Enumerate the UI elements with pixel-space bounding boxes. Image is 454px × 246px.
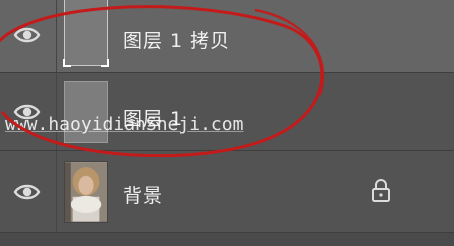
layer-thumbnail[interactable] <box>63 0 109 67</box>
eye-icon[interactable] <box>13 182 41 202</box>
selection-corner <box>101 59 109 67</box>
lock-icon[interactable] <box>370 178 392 202</box>
layer-name[interactable]: 背景 <box>123 181 163 208</box>
selection-corner <box>63 59 71 67</box>
layer-row-background[interactable]: 背景 <box>0 151 454 233</box>
panel-bottom-area <box>0 233 454 246</box>
watermark-text: www.haoyidianSheji.com <box>5 114 244 135</box>
layer-row-layer-1[interactable]: 图层 1 <box>0 73 454 151</box>
layer-name[interactable]: 图层 1 拷贝 <box>123 26 230 53</box>
background-photo-thumbnail[interactable] <box>64 161 108 223</box>
visibility-column[interactable] <box>0 0 57 72</box>
visibility-column[interactable] <box>0 73 57 150</box>
eye-icon[interactable] <box>13 25 41 45</box>
layer-row-layer-1-copy[interactable]: 图层 1 拷贝 <box>0 0 454 73</box>
visibility-column[interactable] <box>0 151 57 232</box>
layers-panel: 图层 1 拷贝 图层 1 背景 www.haoyidianSheji.com <box>0 0 454 246</box>
portrait-photo <box>65 162 107 222</box>
